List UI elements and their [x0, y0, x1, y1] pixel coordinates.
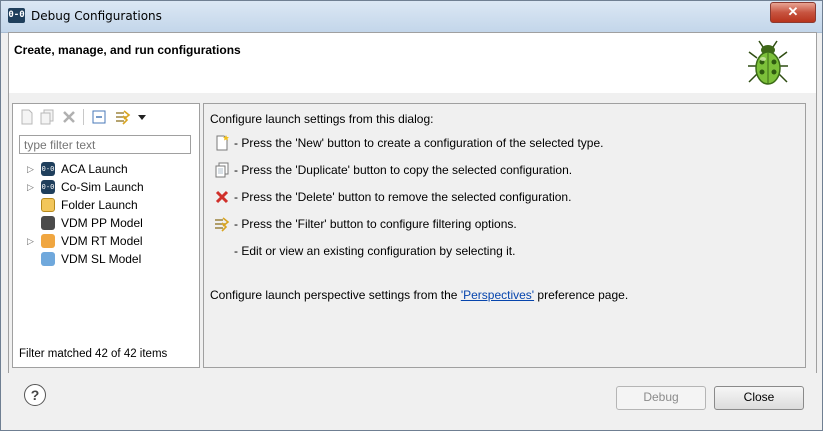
app-icon: 0-0	[8, 8, 25, 23]
dialog-header: Create, manage, and run configurations	[8, 32, 817, 94]
debug-configurations-dialog: 0-0 Debug Configurations ✕ Create, manag…	[0, 0, 823, 431]
expand-arrow-icon[interactable]: ▷	[27, 232, 37, 250]
tree-item-label: VDM RT Model	[61, 234, 143, 248]
filter-status-text: Filter matched 42 of 42 items	[19, 348, 168, 360]
new-configuration-icon[interactable]	[19, 109, 35, 125]
expand-arrow-icon[interactable]: ▷	[27, 178, 37, 196]
perspective-prefix: Configure launch perspective settings fr…	[210, 288, 461, 302]
filter-menu-chevron-down-icon[interactable]	[137, 109, 147, 125]
help-edit-text: - Edit or view an existing configuration…	[234, 244, 516, 258]
toolbar-separator	[83, 109, 84, 125]
tree-item-folder-launch[interactable]: Folder Launch	[13, 196, 199, 214]
header-title: Create, manage, and run configurations	[14, 43, 241, 57]
perspective-settings-text: Configure launch perspective settings fr…	[210, 288, 628, 302]
configurations-toolbar	[13, 104, 199, 130]
close-button[interactable]: Close	[714, 386, 804, 410]
tree-item-label: VDM SL Model	[61, 252, 142, 266]
debug-button[interactable]: Debug	[616, 386, 706, 410]
new-icon	[216, 135, 229, 151]
bug-icon	[748, 40, 788, 85]
vdm-sl-model-icon	[41, 252, 55, 266]
tree-item-vdm-pp-model[interactable]: VDM PP Model	[13, 214, 199, 232]
tree-item-label: ACA Launch	[61, 162, 128, 176]
window-title: Debug Configurations	[31, 9, 162, 23]
help-duplicate-text: - Press the 'Duplicate' button to copy t…	[234, 163, 573, 177]
tree-item-co-sim-launch[interactable]: ▷ 0-0 Co-Sim Launch	[13, 178, 199, 196]
tree-item-label: VDM PP Model	[61, 216, 143, 230]
co-sim-launch-icon: 0-0	[41, 180, 55, 194]
help-intro: Configure launch settings from this dial…	[210, 112, 434, 126]
tree-item-vdm-rt-model[interactable]: ▷ VDM RT Model	[13, 232, 199, 250]
delete-configuration-icon[interactable]	[61, 109, 77, 125]
filter-search-input[interactable]	[19, 135, 191, 154]
launch-configurations-pane: ▷ 0-0 ACA Launch ▷ 0-0 Co-Sim Launch Fol…	[12, 103, 200, 368]
expand-arrow-icon[interactable]: ▷	[27, 160, 37, 178]
help-delete-text: - Press the 'Delete' button to remove th…	[234, 190, 572, 204]
help-filter-text: - Press the 'Filter' button to configure…	[234, 217, 517, 231]
vdm-pp-model-icon	[41, 216, 55, 230]
help-new-text: - Press the 'New' button to create a con…	[234, 136, 604, 150]
configuration-help-pane: Configure launch settings from this dial…	[203, 103, 806, 368]
tree-item-label: Co-Sim Launch	[61, 180, 144, 194]
delete-icon	[215, 190, 229, 204]
perspective-suffix: preference page.	[534, 288, 629, 302]
window-close-button[interactable]: ✕	[770, 2, 816, 23]
tree-item-label: Folder Launch	[61, 198, 138, 212]
duplicate-icon	[215, 162, 229, 178]
filter-icon	[215, 217, 230, 232]
configuration-type-tree: ▷ 0-0 ACA Launch ▷ 0-0 Co-Sim Launch Fol…	[13, 160, 199, 268]
duplicate-configuration-icon[interactable]	[39, 109, 55, 125]
collapse-all-icon[interactable]	[91, 109, 107, 125]
perspectives-link[interactable]: 'Perspectives'	[461, 288, 534, 302]
tree-item-aca-launch[interactable]: ▷ 0-0 ACA Launch	[13, 160, 199, 178]
help-icon[interactable]: ?	[24, 384, 46, 406]
folder-launch-icon	[41, 198, 55, 212]
tree-item-vdm-sl-model[interactable]: VDM SL Model	[13, 250, 199, 268]
title-bar[interactable]: 0-0 Debug Configurations ✕	[1, 1, 822, 33]
vdm-rt-model-icon	[41, 234, 55, 248]
aca-launch-icon: 0-0	[41, 162, 55, 176]
filter-icon[interactable]	[115, 109, 131, 125]
